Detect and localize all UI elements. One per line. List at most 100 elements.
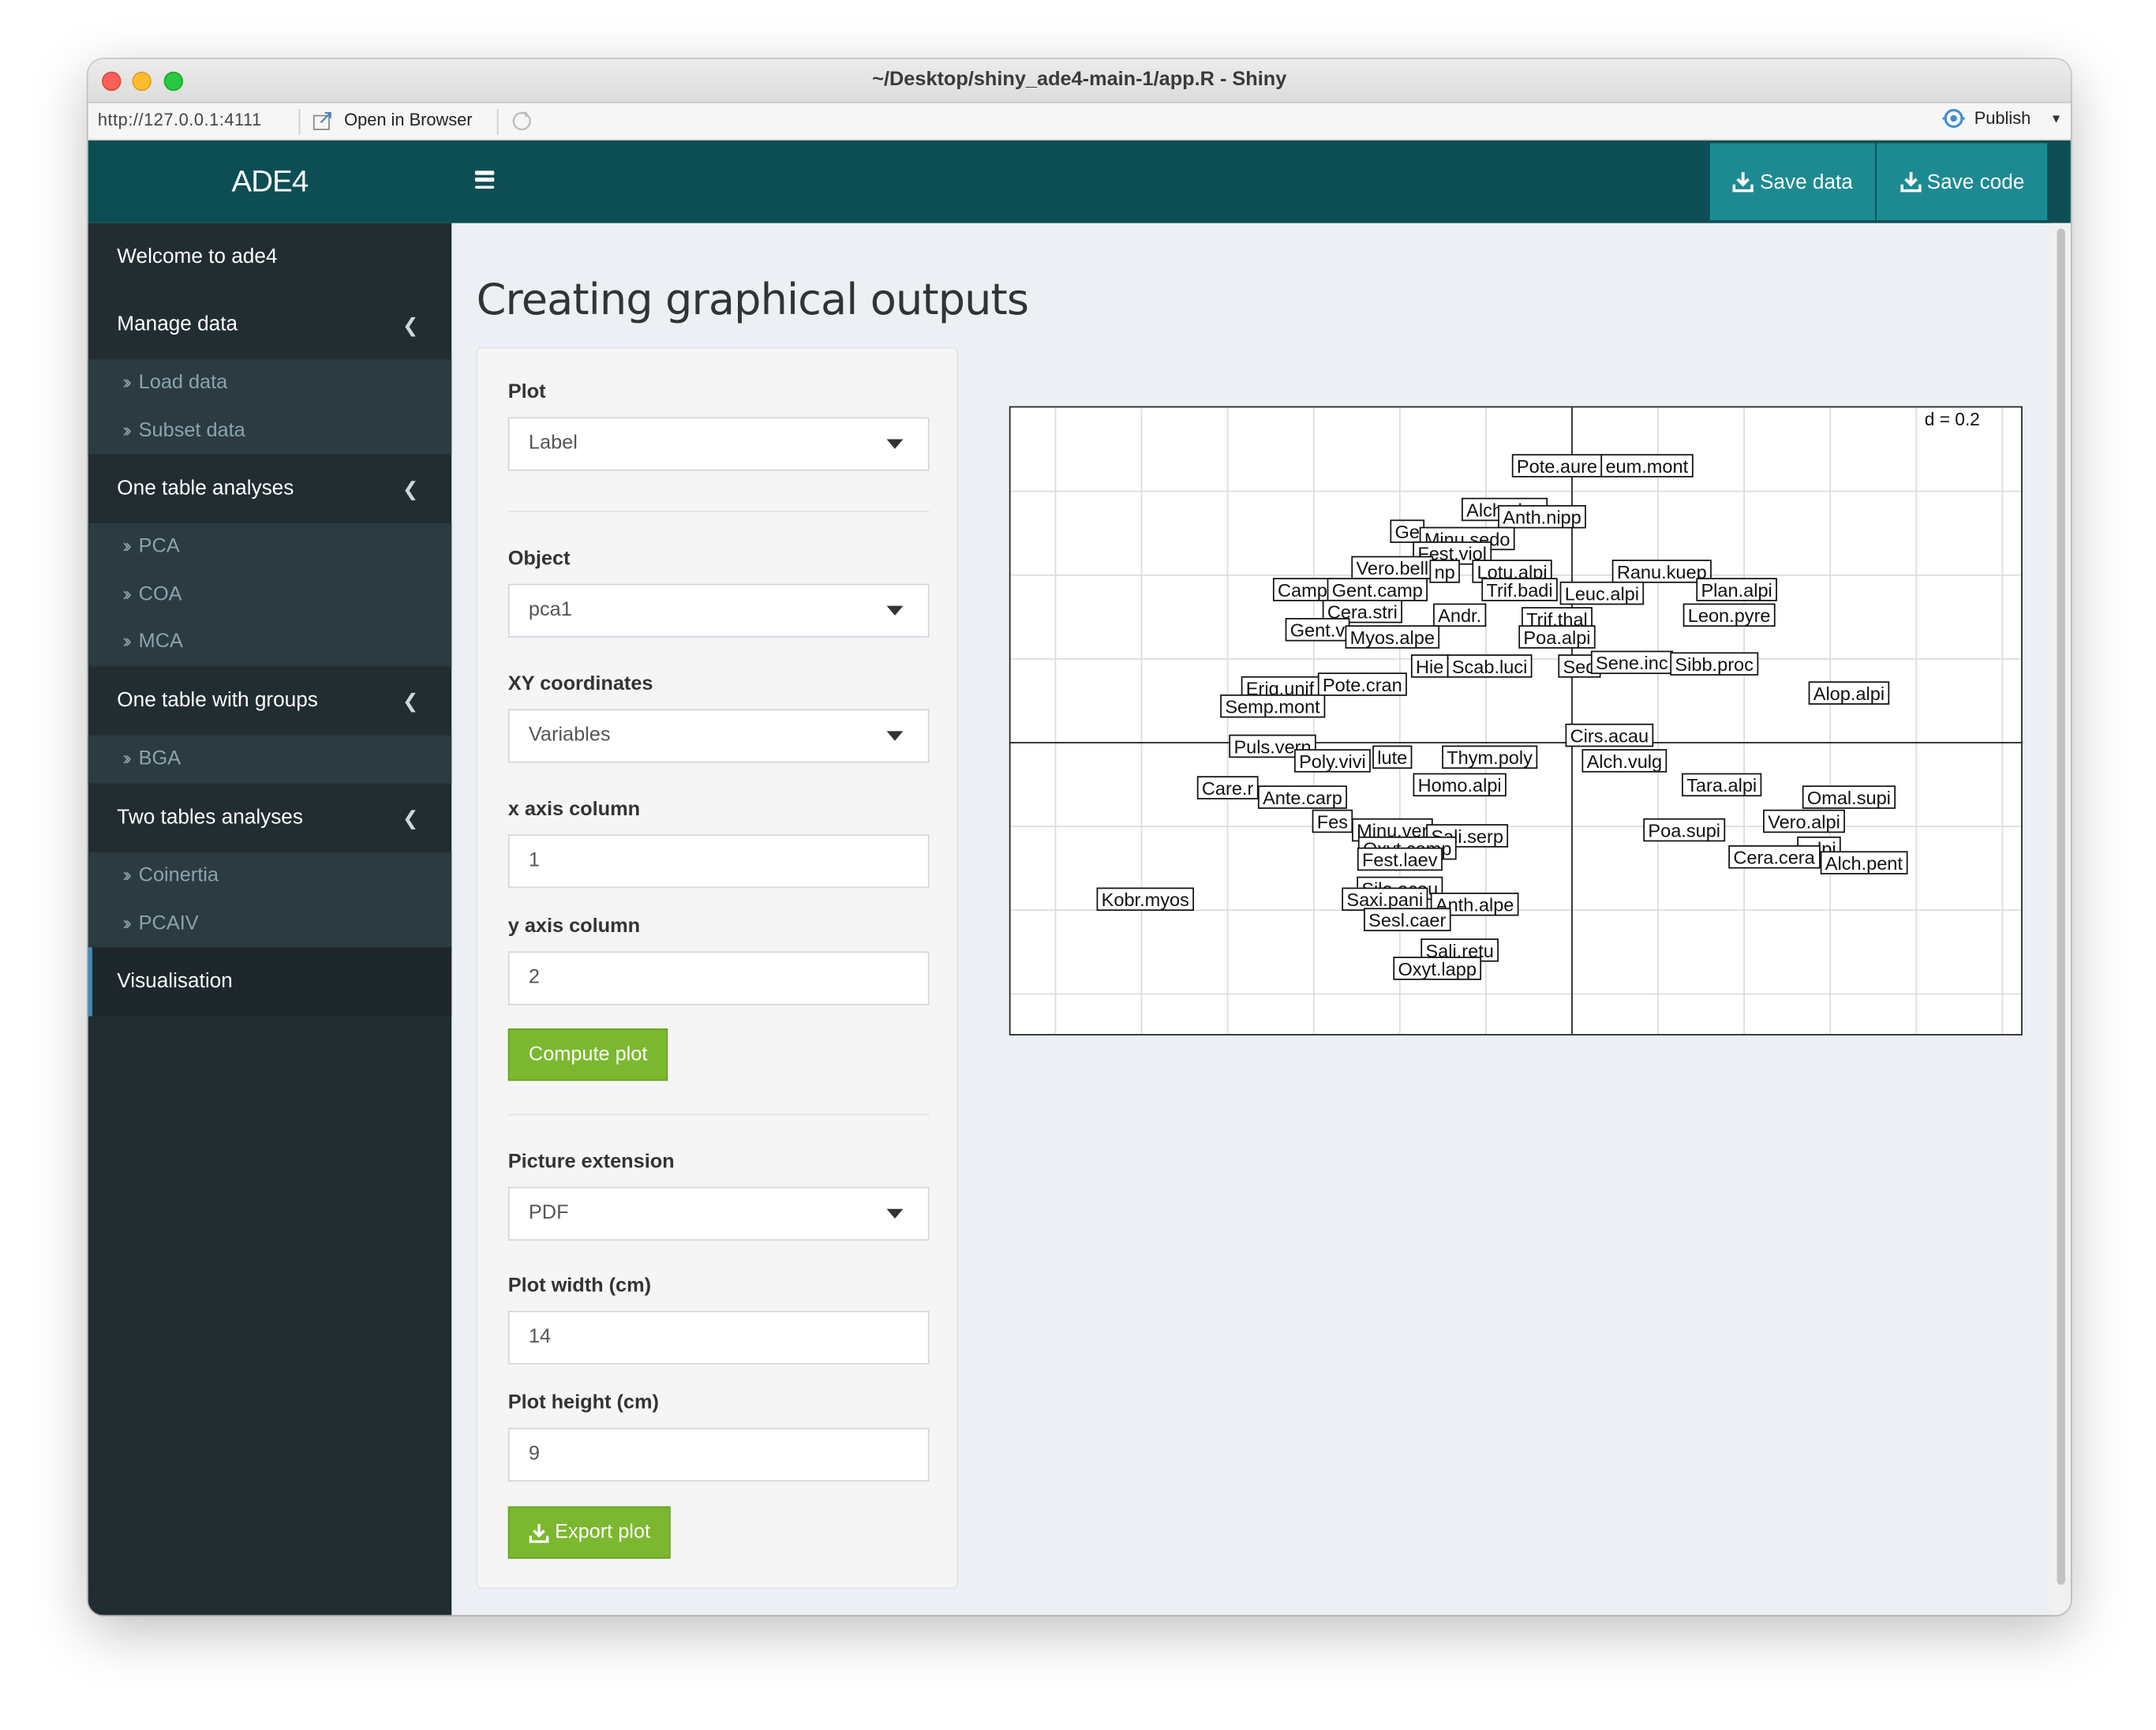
- point-label: Thym.poly: [1442, 745, 1538, 770]
- sidebar-item-manage-data[interactable]: Manage data ❮: [88, 290, 452, 359]
- sidebar-item-subset-data[interactable]: ›› Subset data: [88, 407, 452, 455]
- svg-text:Pote.cran: Pote.cran: [1323, 675, 1402, 695]
- xy-coordinates-label: XY coordinates: [507, 673, 653, 696]
- point-label: Ante.carp: [1257, 785, 1347, 809]
- sidebar-item-welcome[interactable]: Welcome to ade4: [88, 223, 452, 292]
- svg-text:Semp.mont: Semp.mont: [1225, 697, 1320, 717]
- double-chevron-icon: ››: [122, 864, 131, 887]
- sidebar-item-label: Subset data: [138, 419, 245, 442]
- xy-coordinates-select[interactable]: Variables: [507, 709, 930, 763]
- divider: [507, 511, 930, 512]
- compute-plot-button[interactable]: Compute plot: [507, 1028, 668, 1081]
- app-window: ~/Desktop/shiny_ade4-main-1/app.R - Shin…: [88, 59, 2071, 1616]
- svg-text:Tara.alpi: Tara.alpi: [1686, 775, 1757, 796]
- sidebar-item-mca[interactable]: ›› MCA: [88, 618, 452, 665]
- sidebar-item-one-table[interactable]: One table analyses ❮: [88, 455, 452, 523]
- point-label: Leon.pyre: [1683, 603, 1776, 627]
- window-title: ~/Desktop/shiny_ade4-main-1/app.R - Shin…: [872, 69, 1287, 92]
- point-label: Fes: [1312, 809, 1353, 833]
- y-axis-label: y axis column: [507, 916, 641, 938]
- download-icon: [529, 1523, 549, 1543]
- download-icon: [1900, 172, 1921, 193]
- point-label: np: [1429, 560, 1460, 583]
- scrollbar[interactable]: [2051, 223, 2071, 1616]
- svg-text:Poa.alpi: Poa.alpi: [1523, 627, 1590, 648]
- picture-extension-select[interactable]: PDF: [507, 1186, 930, 1241]
- chevron-left-icon: ❮: [402, 807, 419, 829]
- sidebar-toggle-icon[interactable]: [474, 170, 495, 189]
- sidebar-item-label: One table analyses: [117, 476, 294, 500]
- publish-button[interactable]: Publish ▼: [1941, 109, 2062, 128]
- plot-label: Plot: [507, 381, 546, 404]
- sidebar-item-label: MCA: [138, 631, 183, 653]
- sidebar-item-label: Welcome to ade4: [117, 245, 278, 269]
- sidebar-item-label: PCAIV: [138, 912, 199, 934]
- scale-label: d = 0.2: [1925, 409, 1980, 429]
- point-label: Leuc.alpi: [1559, 581, 1645, 605]
- scrollbar-thumb[interactable]: [2057, 228, 2065, 1586]
- save-code-button[interactable]: Save code: [1876, 143, 2048, 221]
- x-axis-input[interactable]: 1: [507, 834, 930, 889]
- plot-settings-panel: Plot Label Object pca1 XY coordinates Va…: [476, 346, 959, 1590]
- double-chevron-icon: ››: [122, 372, 131, 394]
- divider: [298, 108, 301, 135]
- point-label: Kobr.myos: [1096, 887, 1195, 912]
- object-label: Object: [507, 548, 571, 571]
- svg-text:Sesl.caer: Sesl.caer: [1368, 910, 1446, 931]
- svg-text:Homo.alpi: Homo.alpi: [1418, 775, 1502, 796]
- chevron-down-icon[interactable]: ▼: [2050, 111, 2063, 125]
- sidebar-item-load-data[interactable]: ›› Load data: [88, 359, 452, 406]
- pca-label-plot: d = 0.2Pote.aureeum.montAlch.glauAnth.ni…: [1009, 406, 2023, 1035]
- point-label: Omal.supi: [1802, 785, 1896, 809]
- sidebar-item-coa[interactable]: ›› COA: [88, 571, 452, 618]
- top-navbar: ADE4 Save data Save code: [88, 140, 2071, 223]
- double-chevron-icon: ››: [122, 535, 131, 558]
- sidebar-item-pca[interactable]: ›› PCA: [88, 523, 452, 571]
- save-data-button[interactable]: Save data: [1709, 143, 1876, 221]
- caret-down-icon: [886, 731, 904, 741]
- point-label: Alch.vulg: [1581, 749, 1668, 773]
- svg-text:Cirs.acau: Cirs.acau: [1570, 725, 1649, 746]
- export-plot-button[interactable]: Export plot: [507, 1506, 672, 1559]
- refresh-icon[interactable]: [511, 110, 533, 133]
- submenu-one-table: ›› PCA ›› COA ›› MCA: [88, 522, 452, 667]
- double-chevron-icon: ››: [122, 419, 131, 442]
- svg-text:Hie: Hie: [1416, 657, 1443, 677]
- point-label: Alch.pent: [1820, 851, 1908, 874]
- sidebar-item-label: Load data: [138, 372, 228, 394]
- url-text[interactable]: http://127.0.0.1:4111: [98, 110, 262, 129]
- svg-text:Poa.supi: Poa.supi: [1648, 820, 1720, 841]
- submenu-manage-data: ›› Load data ›› Subset data: [88, 359, 452, 455]
- publish-label: Publish: [1974, 108, 2031, 129]
- plot-width-input[interactable]: 14: [507, 1310, 930, 1365]
- svg-text:Alch.pent: Alch.pent: [1825, 853, 1903, 874]
- caret-down-icon: [886, 439, 904, 449]
- sidebar-item-coinertia[interactable]: ›› Coinertia: [88, 852, 452, 900]
- point-label: Camp: [1272, 578, 1332, 601]
- svg-text:Alop.alpi: Alop.alpi: [1814, 683, 1885, 704]
- point-label: Alop.alpi: [1808, 681, 1890, 705]
- y-axis-input[interactable]: 2: [507, 951, 930, 1005]
- picture-extension-value: PDF: [528, 1202, 569, 1224]
- plot-height-input[interactable]: 9: [507, 1428, 930, 1482]
- point-label: Pote.cran: [1317, 672, 1407, 696]
- point-label: lute: [1372, 745, 1413, 770]
- sidebar-item-visualisation[interactable]: Visualisation: [88, 947, 452, 1017]
- app-logo[interactable]: ADE4: [88, 140, 452, 223]
- double-chevron-icon: ››: [122, 582, 131, 605]
- plot-width-label: Plot width (cm): [507, 1275, 652, 1298]
- sidebar-item-two-tables[interactable]: Two tables analyses ❮: [88, 784, 452, 852]
- object-select[interactable]: pca1: [507, 583, 930, 638]
- open-in-browser-button[interactable]: Open in Browser: [344, 110, 472, 129]
- sidebar-item-pcaiv[interactable]: ›› PCAIV: [88, 900, 452, 947]
- svg-text:Omal.supi: Omal.supi: [1807, 788, 1891, 808]
- sidebar-item-bga[interactable]: ›› BGA: [88, 736, 452, 783]
- point-label: Vero.bell: [1351, 556, 1434, 580]
- sidebar-item-one-table-groups[interactable]: One table with groups ❮: [88, 666, 452, 735]
- svg-text:Fes: Fes: [1317, 811, 1348, 832]
- chevron-left-icon: ❮: [402, 477, 419, 500]
- point-label: Homo.alpi: [1413, 773, 1507, 797]
- sidebar-item-label: PCA: [138, 535, 180, 558]
- xy-coordinates-value: Variables: [528, 724, 611, 747]
- plot-select[interactable]: Label: [507, 417, 930, 471]
